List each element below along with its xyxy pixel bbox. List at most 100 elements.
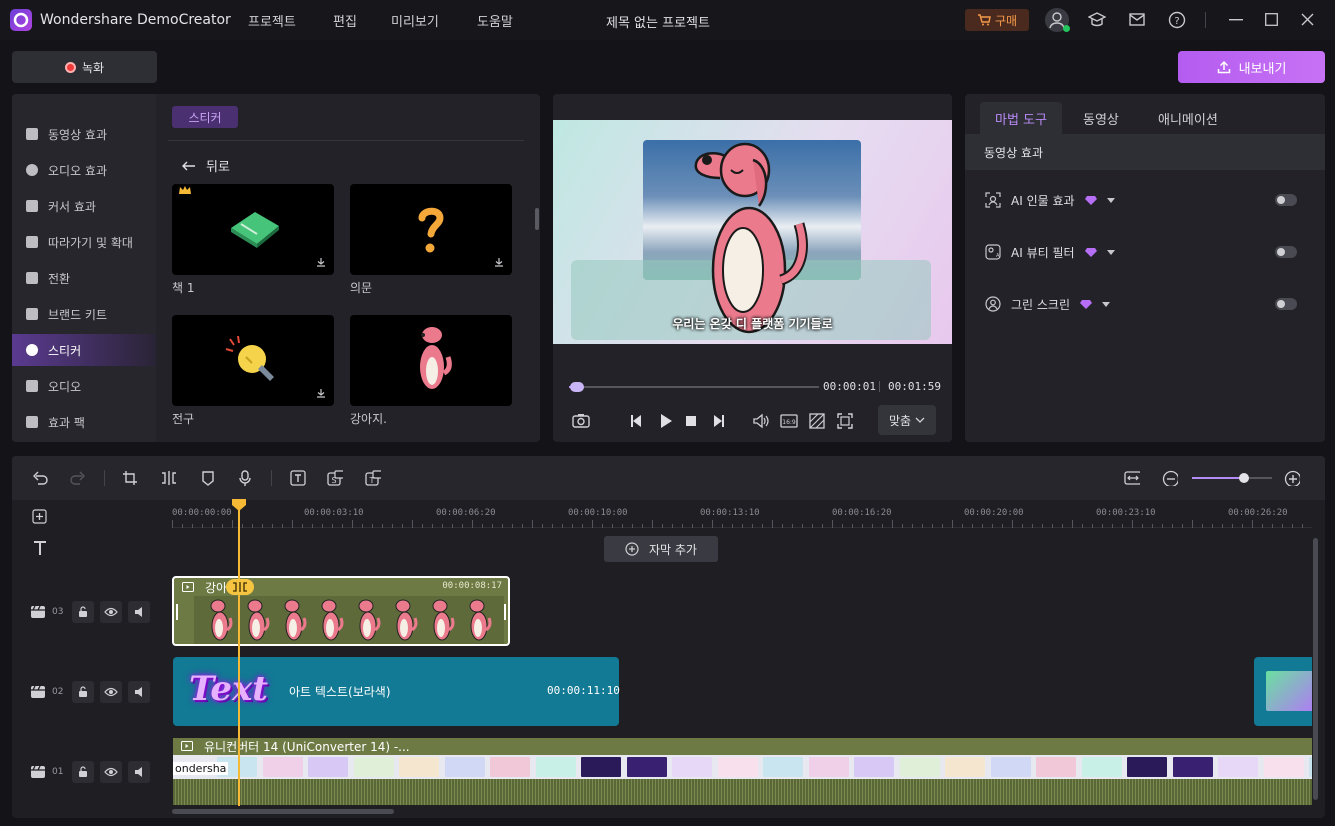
- fit-dropdown[interactable]: 맞춤: [878, 405, 936, 435]
- preview-progress-track[interactable]: [569, 382, 819, 392]
- preview-progress-handle[interactable]: [569, 382, 584, 392]
- lock-button[interactable]: [72, 761, 94, 783]
- sticker-tab[interactable]: 스티커: [172, 106, 238, 128]
- playhead-handle-icon[interactable]: [232, 499, 246, 511]
- add-subtitle-button[interactable]: 자막 추가: [604, 536, 718, 562]
- menu-preview[interactable]: 미리보기: [391, 11, 439, 30]
- undo-icon[interactable]: [32, 470, 48, 486]
- download-icon[interactable]: [316, 388, 326, 398]
- clip-trim-handle-left[interactable]: [176, 604, 178, 620]
- clip-trim-handle-right[interactable]: [504, 604, 506, 620]
- sticker-book[interactable]: [172, 184, 334, 275]
- filmstrip-frame: [854, 757, 894, 777]
- question-icon: [418, 207, 444, 253]
- menu-project[interactable]: 프로젝트: [248, 11, 296, 30]
- buy-button[interactable]: 구매: [965, 9, 1029, 31]
- mark-icon[interactable]: [200, 470, 216, 486]
- zoom-icon: [26, 236, 38, 248]
- sidebar-item-brand-kit[interactable]: 브랜드 키트: [12, 298, 156, 330]
- ai-portrait-row[interactable]: AI 인물 효과: [985, 190, 1315, 210]
- lock-button[interactable]: [72, 681, 94, 703]
- chevron-down-icon[interactable]: [1106, 249, 1115, 255]
- sidebar-item-video-effects[interactable]: 동영상 효과: [12, 118, 156, 150]
- play-icon[interactable]: [656, 412, 674, 430]
- green-screen-row[interactable]: 그린 스크린: [985, 294, 1315, 314]
- uniconverter-clip[interactable]: 유니컨버터 14 (UniConverter 14) -... ondersha: [173, 738, 1312, 805]
- maximize-icon[interactable]: [1265, 13, 1278, 26]
- close-icon[interactable]: [1301, 13, 1314, 26]
- zoom-in-icon[interactable]: [1284, 470, 1300, 486]
- lock-button[interactable]: [72, 601, 94, 623]
- timeline-vertical-scrollbar[interactable]: [1313, 538, 1318, 800]
- tab-magic-tools[interactable]: 마법 도구: [980, 102, 1062, 134]
- aspect-ratio-icon[interactable]: 16:9: [780, 412, 798, 430]
- sidebar-item-cursor-effects[interactable]: 커서 효과: [12, 190, 156, 222]
- sidebar-item-effect-pack[interactable]: 효과 팩: [12, 406, 156, 438]
- ai-beauty-toggle[interactable]: [1275, 246, 1297, 258]
- library-scrollbar[interactable]: [535, 208, 539, 230]
- chevron-down-icon[interactable]: [1102, 301, 1111, 307]
- fit-timeline-icon[interactable]: [1124, 470, 1140, 486]
- crop-icon[interactable]: [122, 470, 138, 486]
- transparency-grid-icon[interactable]: [808, 412, 826, 430]
- chevron-down-icon[interactable]: [1106, 197, 1115, 203]
- account-icon[interactable]: [1045, 8, 1070, 32]
- step-back-icon[interactable]: [628, 412, 646, 430]
- step-forward-icon[interactable]: [709, 412, 727, 430]
- zoom-out-icon[interactable]: [1162, 470, 1178, 486]
- visibility-button[interactable]: [100, 681, 122, 703]
- tab-animation[interactable]: 애니메이션: [1158, 109, 1218, 128]
- sidebar-item-audio-effects[interactable]: 오디오 효과: [12, 154, 156, 186]
- sidebar-item-transitions[interactable]: 전환: [12, 262, 156, 294]
- text-icon[interactable]: [290, 470, 306, 486]
- menu-help[interactable]: 도움말: [477, 11, 513, 30]
- playhead-line[interactable]: [238, 502, 240, 806]
- sidebar-item-stickers[interactable]: 스티커: [12, 334, 156, 366]
- minimize-icon[interactable]: [1229, 19, 1243, 21]
- clip-filmstrip: [173, 755, 1312, 779]
- text-template-icon[interactable]: T: [365, 470, 381, 486]
- green-screen-toggle[interactable]: [1275, 298, 1297, 310]
- secondary-clip[interactable]: [1254, 657, 1312, 726]
- mute-button[interactable]: [128, 601, 150, 623]
- sidebar-item-audio[interactable]: 오디오: [12, 370, 156, 402]
- timeline-horizontal-scrollbar[interactable]: [172, 809, 394, 814]
- preview-canvas[interactable]: 우리는 온갖 디 플랫폼 기기들로: [553, 120, 952, 344]
- sticker-question[interactable]: [350, 184, 512, 275]
- download-icon[interactable]: [316, 257, 326, 267]
- ai-beauty-row[interactable]: AI AI 뷰티 필터: [985, 242, 1315, 262]
- stop-icon[interactable]: [682, 412, 700, 430]
- mail-icon[interactable]: [1129, 13, 1145, 26]
- visibility-button[interactable]: [100, 601, 122, 623]
- tab-video[interactable]: 동영상: [1083, 109, 1119, 128]
- sticker-dog[interactable]: [350, 315, 512, 406]
- back-button[interactable]: 뒤로: [182, 156, 230, 175]
- mute-button[interactable]: [128, 681, 150, 703]
- add-track-icon[interactable]: [32, 509, 47, 524]
- export-button[interactable]: 내보내기: [1178, 51, 1325, 83]
- snapshot-icon[interactable]: [572, 412, 590, 430]
- download-icon[interactable]: [494, 257, 504, 267]
- help-icon[interactable]: ?: [1168, 11, 1186, 29]
- record-button[interactable]: 녹화: [12, 51, 157, 83]
- subtitle-icon[interactable]: S: [327, 470, 343, 486]
- track-header-02: 02: [30, 681, 150, 703]
- clip-title: 유니컨버터 14 (UniConverter 14) -...: [204, 740, 410, 754]
- volume-icon[interactable]: [752, 412, 770, 430]
- menu-edit[interactable]: 편집: [333, 11, 357, 30]
- microphone-icon[interactable]: [237, 470, 253, 486]
- split-marker[interactable]: [226, 579, 254, 595]
- learn-icon[interactable]: [1088, 12, 1106, 28]
- fullscreen-icon[interactable]: [836, 412, 854, 430]
- mute-button[interactable]: [128, 761, 150, 783]
- split-icon[interactable]: [160, 470, 176, 486]
- sidebar-item-pan-zoom[interactable]: 따라가기 및 확대: [12, 226, 156, 258]
- zoom-slider-track[interactable]: [1192, 473, 1272, 483]
- sticker-lightbulb[interactable]: [172, 315, 334, 406]
- unlock-icon: [79, 766, 87, 777]
- dog-frame-thumbnail: [321, 599, 344, 641]
- redo-icon[interactable]: [70, 470, 86, 486]
- visibility-button[interactable]: [100, 761, 122, 783]
- zoom-slider-handle[interactable]: [1239, 473, 1249, 483]
- ai-portrait-toggle[interactable]: [1275, 194, 1297, 206]
